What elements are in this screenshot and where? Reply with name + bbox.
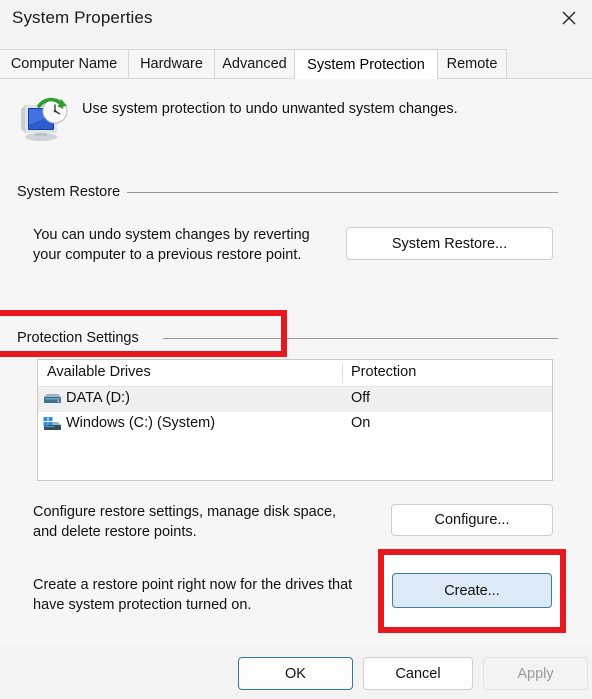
- windows-drive-icon: [42, 416, 62, 433]
- cancel-button-label: Cancel: [395, 665, 441, 682]
- apply-button-label: Apply: [517, 665, 554, 682]
- create-description-line1: Create a restore point right now for the…: [33, 577, 353, 593]
- column-separator: [342, 363, 343, 383]
- cancel-button[interactable]: Cancel: [363, 657, 473, 690]
- apply-button: Apply: [483, 657, 588, 690]
- create-description-line2: have system protection turned on.: [33, 596, 252, 613]
- tab-strip: Computer Name Hardware Advanced System P…: [0, 49, 592, 79]
- protection-settings-highlight: [0, 310, 287, 357]
- configure-button[interactable]: Configure...: [391, 504, 553, 536]
- drive-name: DATA (D:): [66, 390, 130, 406]
- system-restore-description-line2: your computer to a previous restore poin…: [33, 246, 302, 263]
- create-button[interactable]: Create...: [392, 573, 552, 608]
- create-description: Create a restore point right now for the…: [33, 576, 352, 615]
- column-header-available-drives: Available Drives: [47, 364, 151, 380]
- tab-label: Advanced: [222, 56, 287, 72]
- tab-hardware[interactable]: Hardware: [128, 49, 215, 78]
- ok-button[interactable]: OK: [238, 657, 353, 690]
- system-restore-button[interactable]: System Restore...: [346, 227, 553, 260]
- tab-label: Hardware: [140, 56, 203, 72]
- configure-description-line2: and delete restore points.: [33, 523, 197, 540]
- system-protection-icon: [17, 95, 69, 143]
- system-restore-group-rule: [127, 192, 558, 193]
- table-row[interactable]: Windows (C:) (System) On: [38, 412, 552, 437]
- drive-protection-state: On: [351, 415, 371, 431]
- tab-system-protection[interactable]: System Protection: [294, 49, 438, 79]
- configure-button-label: Configure...: [434, 512, 510, 528]
- drive-name: Windows (C:) (System): [66, 415, 216, 431]
- tab-label: Computer Name: [10, 56, 118, 72]
- system-restore-button-label: System Restore...: [391, 235, 508, 252]
- tab-remote[interactable]: Remote: [437, 49, 507, 78]
- configure-description: Configure restore settings, manage disk …: [33, 503, 336, 542]
- tab-advanced[interactable]: Advanced: [214, 49, 295, 78]
- tab-label: System Protection: [307, 56, 425, 73]
- panel-description: Use system protection to undo unwanted s…: [82, 101, 458, 117]
- system-restore-description-line1: You can undo system changes by reverting: [33, 227, 310, 243]
- window-title: System Properties: [12, 8, 153, 27]
- close-icon: [560, 9, 578, 27]
- tab-computer-name[interactable]: Computer Name: [0, 49, 129, 78]
- hard-drive-icon: [42, 391, 62, 408]
- create-button-label: Create...: [444, 582, 500, 599]
- drive-protection-state: Off: [351, 390, 371, 406]
- table-row[interactable]: DATA (D:) Off: [38, 387, 552, 412]
- title-bar: System Properties: [0, 0, 592, 38]
- system-restore-group-label: System Restore: [17, 184, 128, 200]
- available-drives-list[interactable]: Available Drives Protection DATA (D:) Of…: [37, 359, 553, 481]
- column-header-protection: Protection: [351, 364, 417, 380]
- ok-button-label: OK: [285, 665, 306, 682]
- tab-label: Remote: [446, 56, 498, 72]
- close-button[interactable]: [546, 0, 592, 36]
- configure-description-line1: Configure restore settings, manage disk …: [33, 504, 337, 520]
- dialog-button-bar: OK Cancel Apply: [0, 646, 592, 699]
- system-restore-description: You can undo system changes by reverting…: [33, 226, 310, 265]
- drive-list-header: Available Drives Protection: [38, 360, 552, 387]
